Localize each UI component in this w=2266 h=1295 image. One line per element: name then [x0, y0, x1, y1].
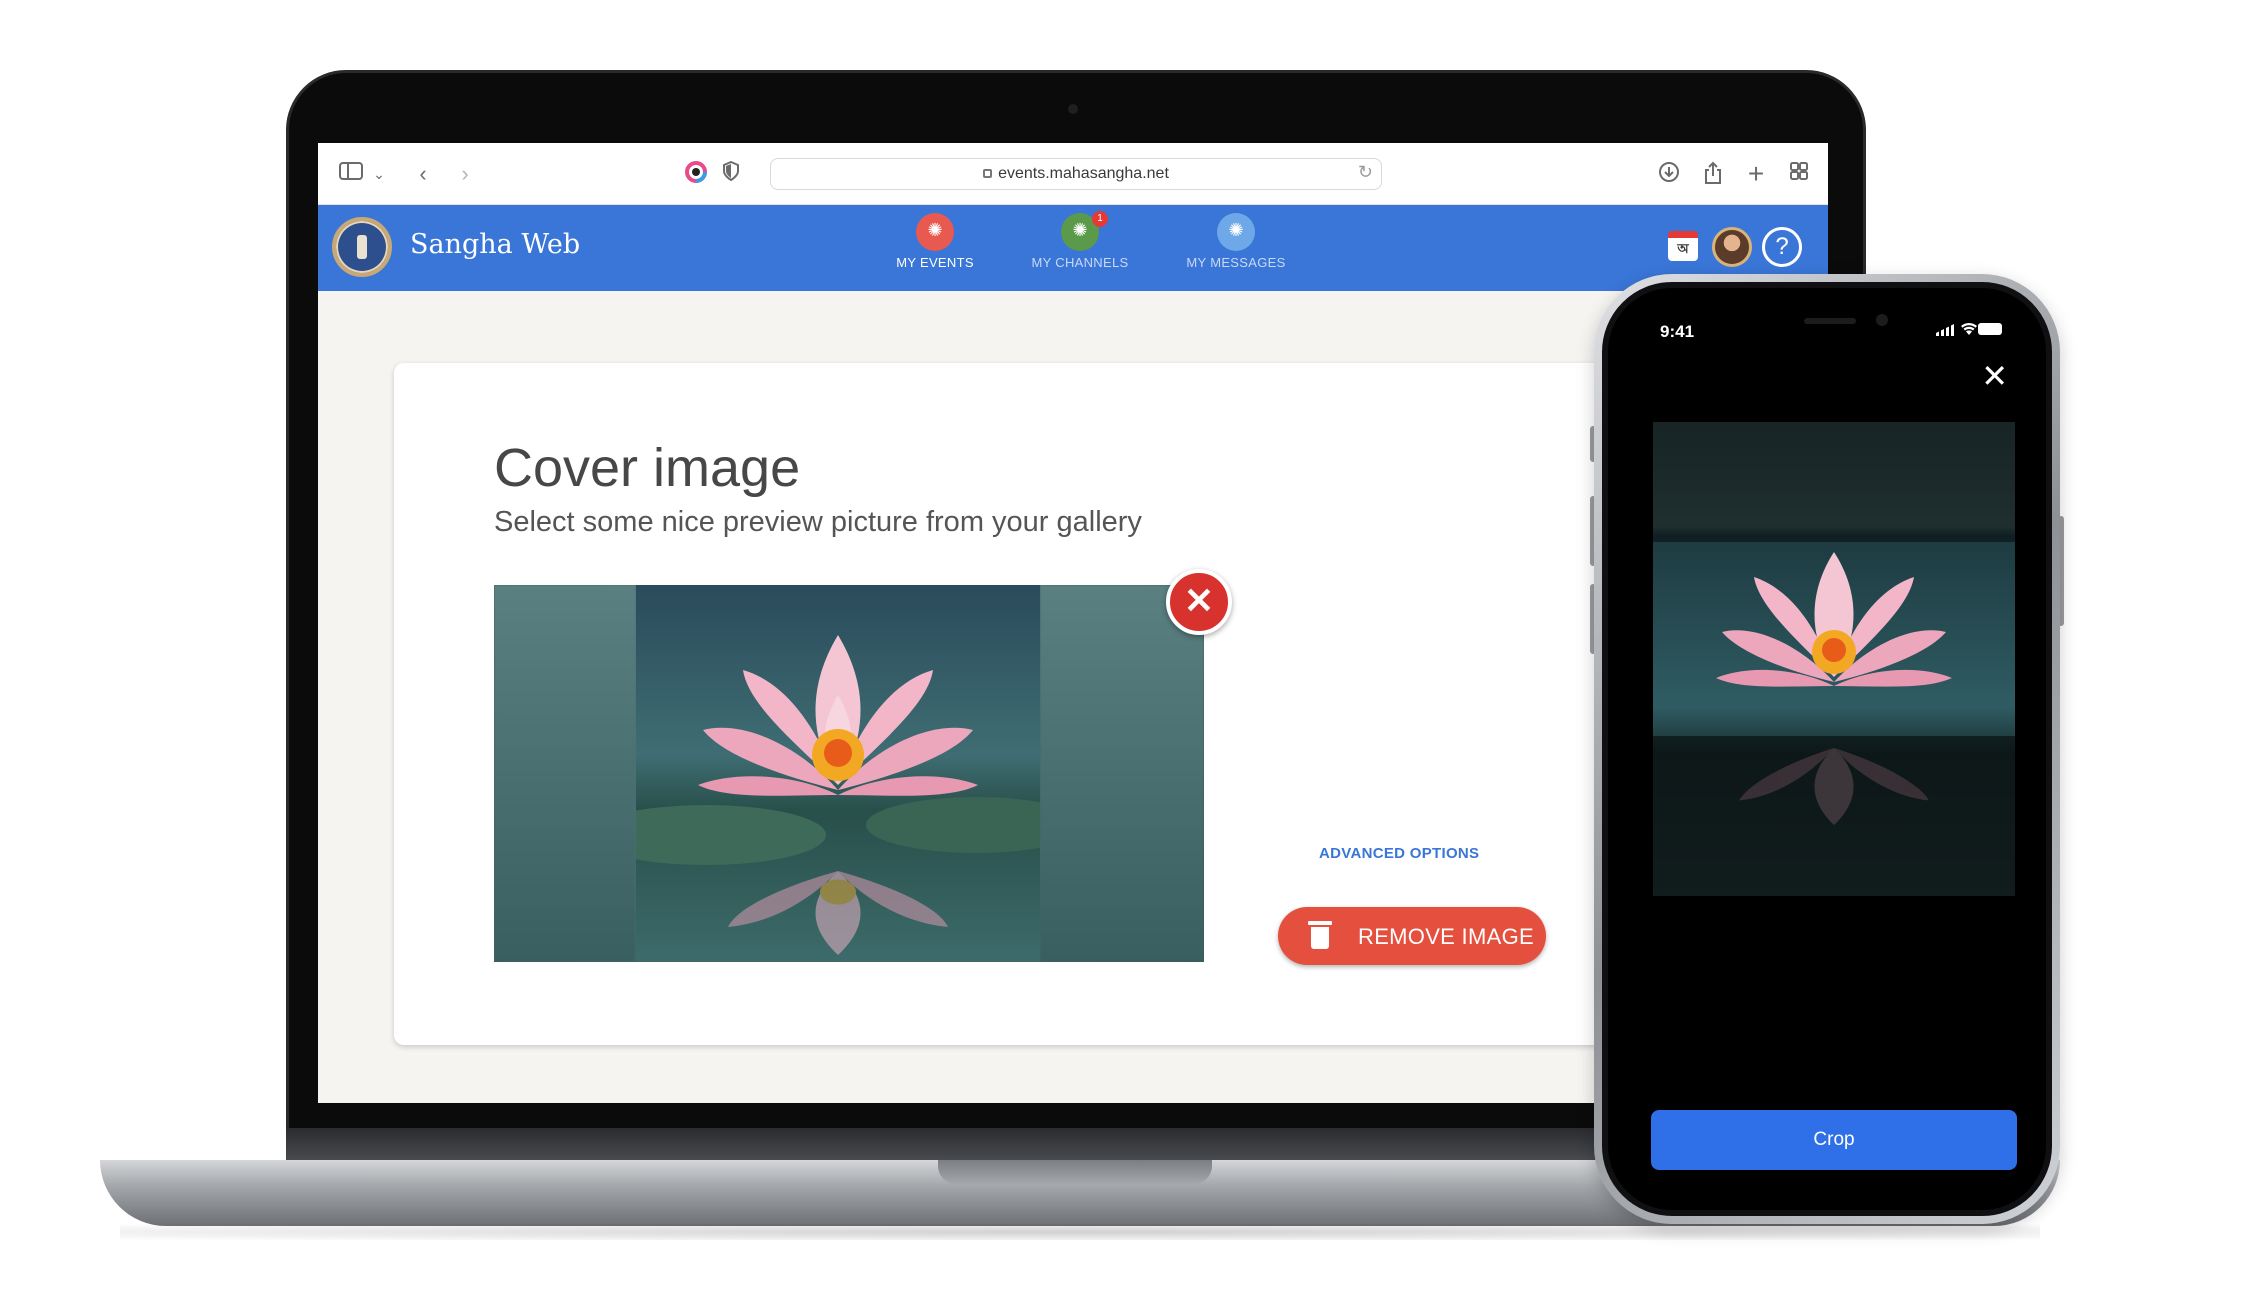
address-bar[interactable]: events.mahasangha.net ↻ — [770, 158, 1382, 190]
sidebar-toggle-icon[interactable] — [338, 161, 364, 187]
crop-mask-top — [1653, 422, 2015, 542]
remove-image-button[interactable]: REMOVE IMAGE — [1278, 907, 1546, 965]
download-icon[interactable] — [1656, 161, 1682, 187]
url-text: events.mahasangha.net — [998, 165, 1169, 182]
forward-icon[interactable]: › — [452, 161, 478, 187]
app-header: Sangha Web MY EVENTS 1 MY CHANNELS MY ME… — [318, 205, 1828, 291]
nav-label: MY EVENTS — [896, 255, 974, 270]
wifi-icon — [1960, 322, 1978, 338]
nav-label: MY MESSAGES — [1186, 255, 1286, 270]
crop-button[interactable]: Crop — [1651, 1110, 2017, 1170]
back-icon[interactable]: ‹ — [410, 161, 436, 187]
sangha-logo[interactable] — [332, 217, 392, 277]
calendar-button[interactable]: অ — [1668, 231, 1698, 261]
preview-blur-left — [494, 585, 636, 962]
laptop-shadow — [120, 1224, 2040, 1240]
device-mockup: ⌄ ‹ › events.mahasangha.net ↻ + Sangha W… — [0, 0, 2266, 1295]
cover-image-card: Cover image Select some nice preview pic… — [394, 363, 1694, 1045]
calendar-icon: অ — [1668, 231, 1698, 261]
new-tab-icon[interactable]: + — [1743, 160, 1769, 188]
share-icon[interactable] — [1700, 161, 1726, 187]
advanced-options-link[interactable]: ADVANCED OPTIONS — [1319, 845, 1479, 862]
cover-image-preview[interactable] — [494, 585, 1204, 962]
lotus-image — [586, 585, 1086, 962]
phone-speaker — [1804, 318, 1856, 324]
phone: 9:41 ✕ Crop — [1594, 274, 2060, 1224]
reload-icon[interactable]: ↻ — [1358, 162, 1373, 183]
remove-preview-close-button[interactable]: ✕ — [1166, 569, 1232, 635]
signal-icon — [1936, 324, 1954, 336]
status-time: 9:41 — [1660, 322, 1695, 341]
close-icon[interactable]: ✕ — [1981, 360, 2008, 392]
notification-badge: 1 — [1092, 211, 1108, 227]
battery-icon — [1978, 323, 2002, 335]
chevron-down-icon[interactable]: ⌄ — [366, 161, 392, 187]
lock-icon — [983, 169, 993, 179]
shield-icon[interactable] — [718, 160, 744, 187]
laptop-camera — [1068, 104, 1078, 114]
crop-area[interactable] — [1653, 422, 2015, 896]
phone-screen: 9:41 ✕ Crop — [1602, 282, 2052, 1216]
trash-icon — [1308, 921, 1332, 949]
tab-overview-icon[interactable] — [1786, 161, 1812, 187]
laptop-notch — [938, 1160, 1212, 1184]
app-title: Sangha Web — [410, 229, 581, 260]
messages-icon — [1217, 213, 1255, 251]
browser-toolbar: ⌄ ‹ › events.mahasangha.net ↻ + — [318, 143, 1828, 205]
avatar — [1712, 227, 1752, 267]
nav-my-channels[interactable]: 1 MY CHANNELS — [1020, 211, 1140, 270]
nav-label: MY CHANNELS — [1031, 255, 1129, 270]
events-icon — [916, 213, 954, 251]
preview-blur-right — [1040, 585, 1204, 962]
front-camera — [1876, 314, 1888, 326]
page-subtitle: Select some nice preview picture from yo… — [494, 506, 1142, 538]
nav-my-events[interactable]: MY EVENTS — [875, 213, 995, 270]
remove-image-label: REMOVE IMAGE — [1358, 924, 1534, 949]
page-title: Cover image — [494, 438, 801, 498]
nav-my-messages[interactable]: MY MESSAGES — [1176, 213, 1296, 270]
help-button[interactable]: ? — [1762, 227, 1802, 267]
status-icons — [1936, 322, 2002, 336]
help-icon: ? — [1762, 227, 1802, 267]
crop-mask-bottom — [1653, 736, 2015, 896]
close-icon: ✕ — [1183, 580, 1215, 621]
extension-icon[interactable] — [683, 161, 709, 187]
user-avatar[interactable] — [1712, 227, 1752, 267]
